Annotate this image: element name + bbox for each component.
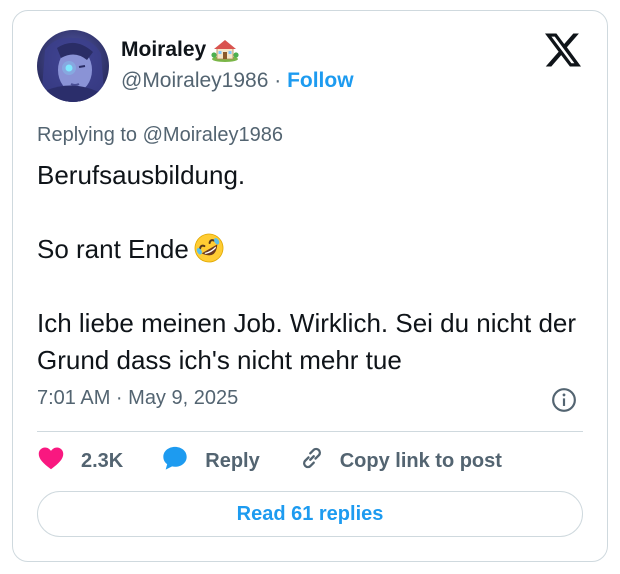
tweet-line-2: So rant Ende bbox=[37, 231, 597, 268]
copy-link-label: Copy link to post bbox=[339, 449, 502, 472]
divider bbox=[37, 431, 583, 432]
author-handle[interactable]: @Moiraley1986 bbox=[121, 69, 268, 92]
author-name-row: Moiraley bbox=[121, 37, 239, 63]
handle-separator: · bbox=[268, 69, 288, 92]
link-icon bbox=[298, 444, 326, 478]
reply-label: Reply bbox=[205, 449, 260, 472]
tweet-line-3: Ich liebe meinen Job. Wirklich. Sei du n… bbox=[37, 308, 577, 375]
tweet-card: Moiraley @Moiraley1986 · Follow Replying… bbox=[12, 10, 608, 562]
tweet-line-2-text: So rant Ende bbox=[37, 234, 189, 264]
author-display-name[interactable]: Moiraley bbox=[121, 38, 206, 62]
author-handle-row: @Moiraley1986 · Follow bbox=[121, 69, 354, 93]
tweet-timestamp[interactable]: 7:01 AM · May 9, 2025 bbox=[37, 387, 238, 410]
avatar[interactable] bbox=[37, 30, 109, 102]
follow-button[interactable]: Follow bbox=[287, 69, 354, 92]
copy-link-button[interactable]: Copy link to post bbox=[298, 444, 502, 478]
action-bar: 2.3K Reply Copy link to post bbox=[37, 445, 502, 477]
heart-icon bbox=[37, 444, 65, 478]
tweet-text: Berufsausbildung. So rant Ende Ich liebe… bbox=[37, 157, 597, 379]
info-icon[interactable] bbox=[551, 387, 577, 413]
house-with-garden-icon bbox=[211, 38, 239, 62]
like-count: 2.3K bbox=[81, 449, 124, 472]
tweet-line-1: Berufsausbildung. bbox=[37, 160, 246, 190]
speech-bubble-icon bbox=[161, 444, 189, 478]
replying-to: Replying to @Moiraley1986 bbox=[37, 124, 283, 146]
rolling-on-floor-laughing-icon bbox=[193, 232, 225, 264]
read-replies-button[interactable]: Read 61 replies bbox=[37, 491, 583, 537]
x-logo-icon[interactable] bbox=[545, 33, 581, 67]
reply-button[interactable]: Reply bbox=[161, 444, 260, 478]
like-button[interactable]: 2.3K bbox=[37, 444, 123, 478]
